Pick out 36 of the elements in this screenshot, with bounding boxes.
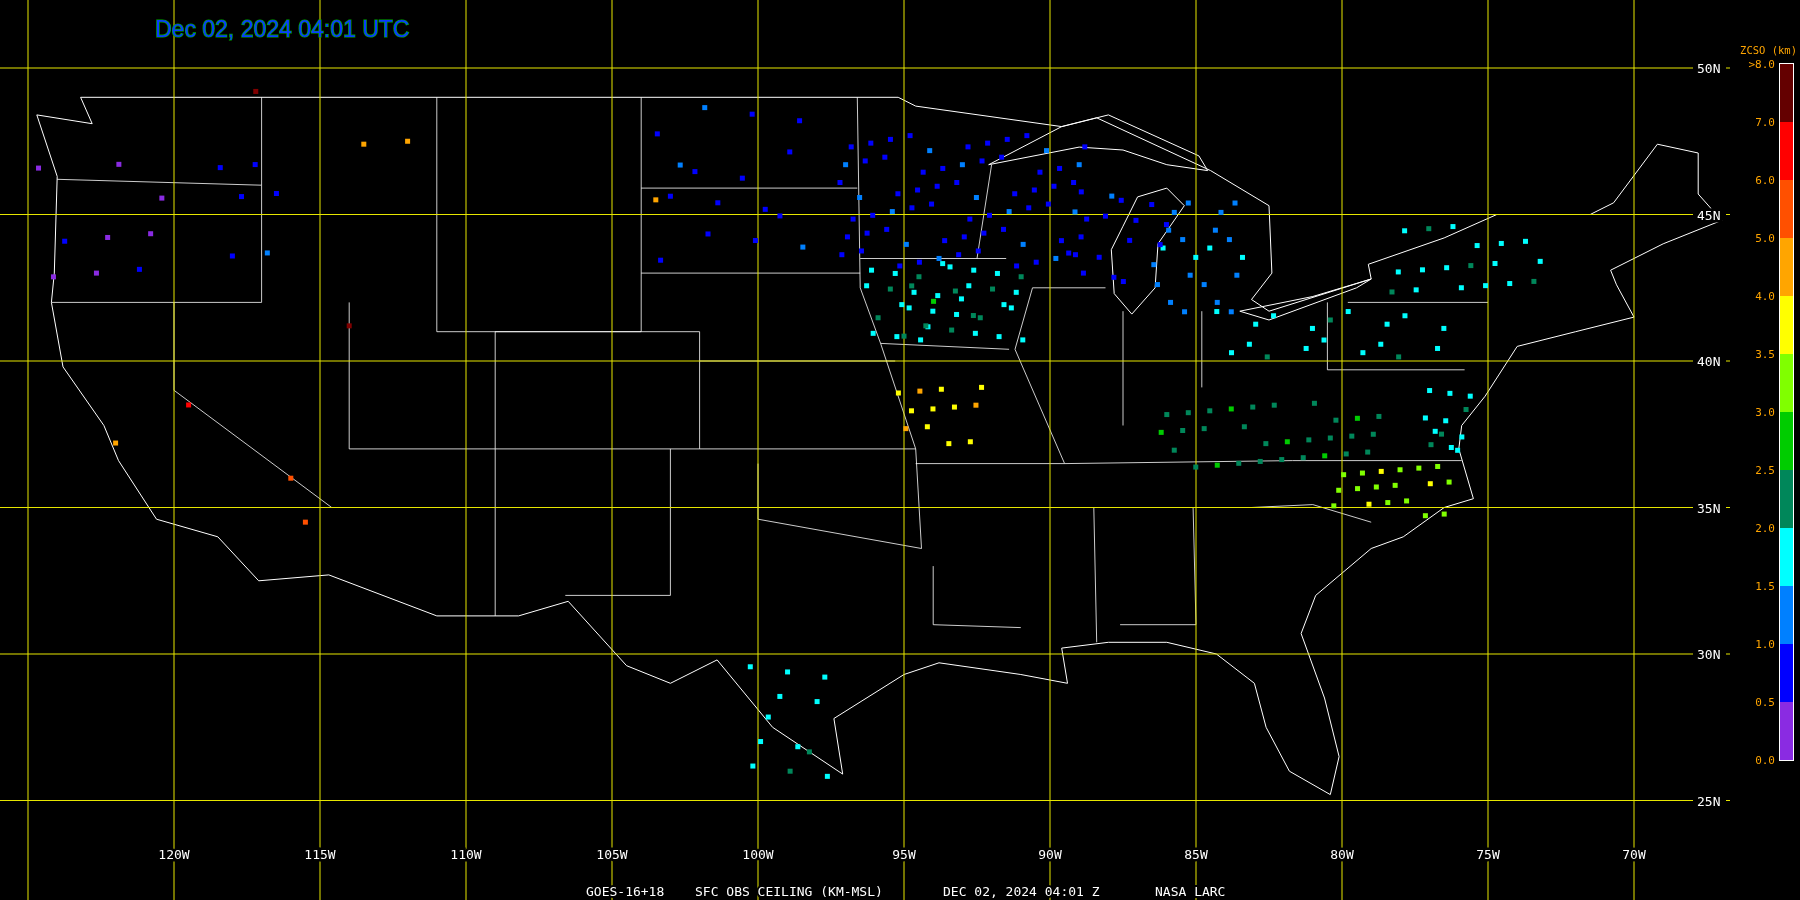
- longitude-label: 70W: [1622, 847, 1646, 862]
- longitude-label: 110W: [450, 847, 482, 862]
- latitude-label: 50N: [1697, 61, 1721, 76]
- scale-label: 0.5: [1755, 696, 1775, 709]
- longitude-label: 85W: [1184, 847, 1208, 862]
- scale-label: >8.0: [1748, 58, 1775, 71]
- longitude-label: 100W: [742, 847, 774, 862]
- scale-label: 3.0: [1755, 406, 1775, 419]
- longitude-label: 80W: [1330, 847, 1354, 862]
- latitude-label: 30N: [1697, 647, 1721, 662]
- longitude-label: 95W: [892, 847, 916, 862]
- latitude-label: 25N: [1697, 793, 1721, 809]
- legend-title: ZCSO (km): [1740, 44, 1797, 56]
- scale-label: 4.0: [1755, 290, 1775, 303]
- caption-text: NASA LARC: [1155, 884, 1226, 899]
- scale-label: 3.5: [1755, 348, 1775, 361]
- latitude-label: 35N: [1697, 500, 1721, 516]
- scale-label: 2.0: [1755, 522, 1775, 535]
- caption-text: DEC 02, 2024 04:01 Z: [943, 884, 1100, 899]
- longitude-label: 115W: [304, 847, 336, 862]
- scale-label: 7.0: [1755, 116, 1775, 129]
- latitude-label: 45N: [1697, 207, 1721, 223]
- map-title: Dec 02, 2024 04:01 UTC: [155, 16, 410, 42]
- caption-text: GOES-16+18: [586, 884, 665, 899]
- longitude-label: 90W: [1038, 847, 1062, 862]
- scale-label: 0.0: [1755, 754, 1775, 767]
- scale-label: 1.0: [1755, 638, 1775, 651]
- scale-label: 2.5: [1755, 464, 1775, 477]
- scale-label: 1.5: [1755, 580, 1775, 593]
- scale-label: 5.0: [1755, 232, 1775, 245]
- caption-text: SFC OBS CEILING (KM-MSL): [695, 884, 883, 899]
- latitude-label: 40N: [1697, 354, 1721, 369]
- longitude-label: 120W: [158, 847, 190, 862]
- scale-label: 6.0: [1755, 174, 1775, 187]
- longitude-label: 105W: [596, 847, 628, 862]
- longitude-label: 75W: [1476, 847, 1500, 862]
